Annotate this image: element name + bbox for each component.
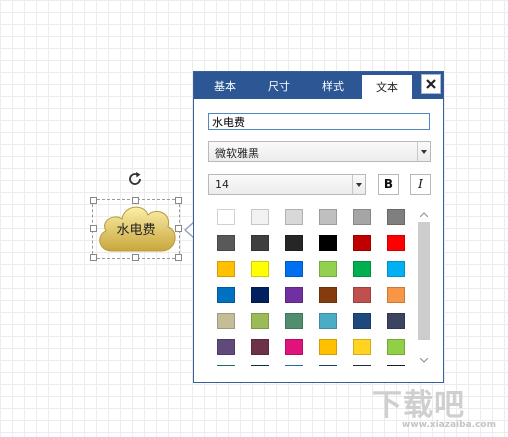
color-swatch[interactable] [251,365,269,366]
color-palette [208,206,418,366]
color-swatch[interactable] [285,261,303,277]
color-swatch[interactable] [285,235,303,251]
color-swatch[interactable] [319,339,337,355]
font-family-value: 微软雅黑 [215,147,259,160]
color-swatch[interactable] [353,261,371,277]
tab-size[interactable]: 尺寸 [256,72,302,99]
color-swatch[interactable] [353,287,371,303]
color-swatch[interactable] [285,209,303,225]
color-swatch[interactable] [217,365,235,366]
color-swatch[interactable] [387,235,405,251]
color-swatch[interactable] [319,365,337,366]
color-swatch[interactable] [217,261,235,277]
chevron-down-icon [352,175,365,194]
color-swatch[interactable] [387,339,405,355]
color-swatch[interactable] [353,235,371,251]
font-size-select[interactable]: 14 [208,174,366,195]
color-swatch[interactable] [251,287,269,303]
font-size-value: 14 [215,178,229,191]
text-content-input[interactable] [208,113,430,130]
color-swatch[interactable] [387,261,405,277]
color-swatch[interactable] [353,209,371,225]
tab-basic[interactable]: 基本 [202,72,248,99]
color-swatch[interactable] [285,313,303,329]
color-swatch[interactable] [285,365,303,366]
color-swatch[interactable] [251,235,269,251]
color-swatch[interactable] [387,313,405,329]
properties-panel: 基本 尺寸 样式 文本 微软雅黑 14 B I [193,71,444,383]
tab-bar: 基本 尺寸 样式 文本 [194,72,443,99]
color-swatch[interactable] [251,313,269,329]
color-swatch[interactable] [251,339,269,355]
color-swatch[interactable] [217,313,235,329]
color-swatch[interactable] [285,339,303,355]
cloud-text: 水电费 [116,223,156,238]
chevron-down-icon[interactable] [418,354,430,366]
color-swatch[interactable] [217,339,235,355]
watermark-logo: 下载吧 www.xiazaiba.com [372,380,502,432]
color-swatch[interactable] [387,287,405,303]
color-swatch[interactable] [251,209,269,225]
color-swatch[interactable] [285,287,303,303]
color-swatch[interactable] [251,261,269,277]
bold-button[interactable]: B [378,174,399,195]
chevron-up-icon[interactable] [418,208,430,220]
font-family-select[interactable]: 微软雅黑 [208,141,431,162]
rotate-icon[interactable] [126,170,144,188]
palette-scrollbar[interactable] [418,208,430,368]
color-swatch[interactable] [319,261,337,277]
color-swatch[interactable] [319,287,337,303]
scroll-thumb[interactable] [418,222,430,340]
color-swatch[interactable] [353,365,371,366]
close-icon [426,79,436,89]
color-swatch[interactable] [319,209,337,225]
chevron-down-icon [417,142,430,161]
cloud-shape[interactable]: 水电费 [92,199,180,259]
color-swatch[interactable] [217,235,235,251]
color-swatch[interactable] [353,339,371,355]
color-swatch[interactable] [353,313,371,329]
color-swatch[interactable] [387,365,405,366]
tab-text[interactable]: 文本 [362,75,412,99]
color-swatch[interactable] [319,313,337,329]
close-button[interactable] [421,74,441,94]
color-swatch[interactable] [217,209,235,225]
tab-style[interactable]: 样式 [310,72,356,99]
italic-button[interactable]: I [410,174,431,195]
watermark-main: 下载吧 [372,388,465,423]
watermark-url: www.xiazaiba.com [402,420,496,430]
color-swatch[interactable] [319,235,337,251]
color-swatch[interactable] [217,287,235,303]
color-swatch[interactable] [387,209,405,225]
